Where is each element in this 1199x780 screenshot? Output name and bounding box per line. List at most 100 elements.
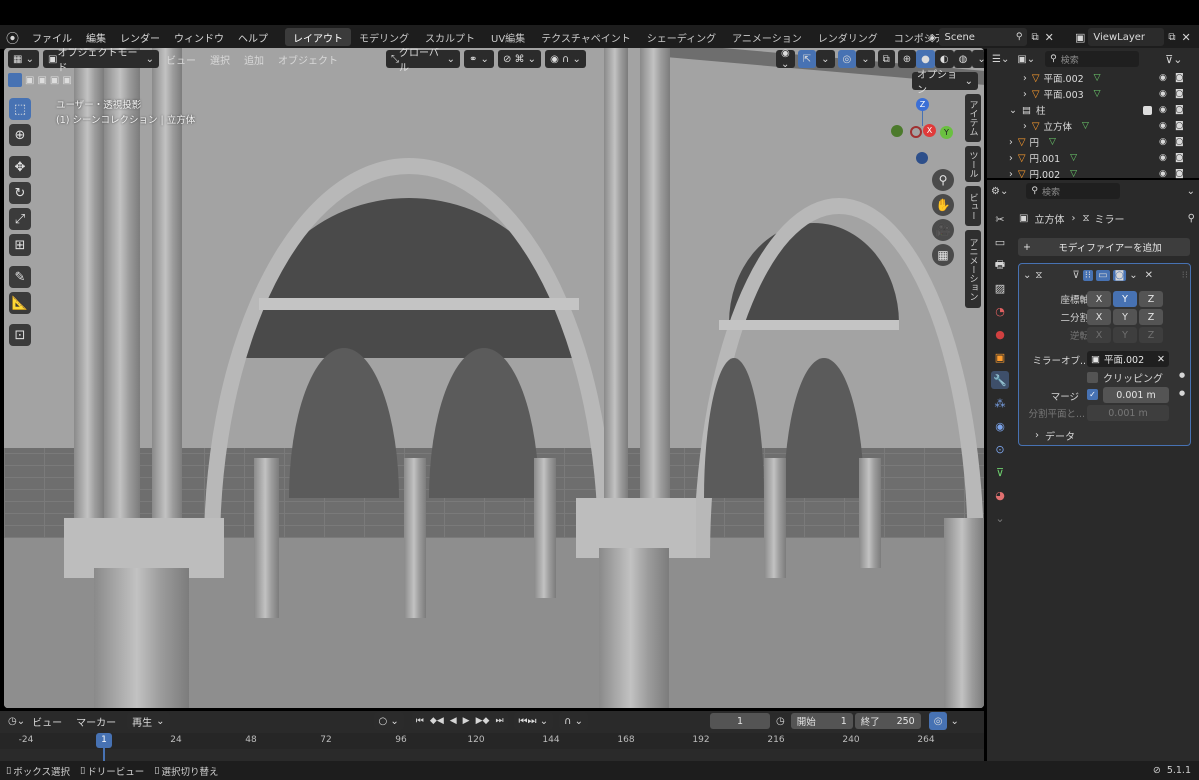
pin-icon[interactable]: ⚲ — [1188, 213, 1195, 224]
shading-menu-icon[interactable]: ⌄ — [972, 50, 984, 68]
bisect-x-button[interactable]: X — [1087, 309, 1111, 325]
edit-mode-toggle-icon[interactable]: ⊽ — [1072, 270, 1079, 281]
menu-view[interactable]: ビュー — [25, 709, 69, 733]
editor-type-icon[interactable]: ◷⌄ — [8, 716, 25, 727]
timeline[interactable]: ◷⌄ ビュー マーカー 再生 ⌄ ○ ⌄ ⏮ ◆◀ ◀ ▶ ▶◆ ⏭ ⏮⏭ ⌄ ∩… — [0, 711, 984, 761]
chevron-down-icon[interactable]: ⌄ — [1009, 105, 1017, 116]
jump-end-icon[interactable]: ⏭ — [495, 716, 503, 726]
render-camera-icon[interactable]: ◙ — [1175, 73, 1184, 83]
annotate-tool-icon[interactable]: ✎ — [9, 266, 31, 288]
chevron-right-icon[interactable]: › — [1009, 169, 1013, 180]
eye-icon[interactable]: ◉ — [1159, 121, 1167, 131]
menu-help[interactable]: ヘルプ — [231, 25, 275, 49]
mesh-data-icon[interactable]: ▽ — [1094, 89, 1101, 99]
physics-tab-icon[interactable]: ◉ — [991, 417, 1009, 435]
chevron-right-icon[interactable]: › — [1009, 153, 1013, 164]
world-tab-icon[interactable]: ● — [991, 325, 1009, 343]
display-mode-icon[interactable]: ▣⌄ — [1017, 54, 1035, 65]
gizmo-neg-y[interactable] — [891, 125, 903, 137]
navigation-gizmo[interactable]: Z X Y — [884, 98, 964, 213]
exclude-checkbox[interactable] — [1143, 105, 1152, 115]
rotate-tool-icon[interactable]: ↻ — [9, 182, 31, 204]
editor-type-button[interactable]: ▦ ⌄ — [8, 50, 40, 68]
sidetab-view[interactable]: ビュー — [965, 186, 981, 226]
options-menu-icon[interactable]: ⌄ — [1187, 186, 1195, 197]
chevron-right-icon[interactable]: › — [1023, 89, 1027, 100]
select-box-tool-icon[interactable]: ⬚ — [9, 98, 31, 120]
tab-layout[interactable]: レイアウト — [285, 28, 352, 46]
shading-wireframe-button[interactable]: ⊕ — [897, 50, 917, 68]
mode-selector[interactable]: ▣ オブジェクトモード ⌄ — [43, 48, 160, 74]
menu-file[interactable]: ファイル — [25, 25, 79, 49]
axis-x-button[interactable]: X — [1087, 291, 1111, 307]
data-tab-icon[interactable]: ⊽ — [991, 463, 1009, 481]
transform-tool-icon[interactable]: ⊞ — [9, 234, 31, 256]
tab-rendering[interactable]: レンダリング — [810, 28, 886, 46]
add-cube-tool-icon[interactable]: ⊡ — [9, 324, 31, 346]
render-toggle-icon[interactable]: ◙ — [1112, 269, 1127, 281]
particles-tab-icon[interactable]: ⁂ — [991, 394, 1009, 412]
pan-hand-icon[interactable]: ✋ — [932, 194, 954, 216]
render-camera-icon[interactable]: ◙ — [1175, 105, 1184, 115]
gizmo-neg-x[interactable] — [910, 126, 922, 138]
keyframe-dot-icon[interactable]: ● — [1179, 371, 1185, 379]
sidetab-animation[interactable]: アニメーション — [965, 230, 981, 308]
menu-select[interactable]: 選択 — [203, 48, 237, 71]
auto-keying-button[interactable]: ○ ⌄ — [373, 712, 404, 730]
clipping-checkbox[interactable] — [1087, 372, 1098, 383]
measure-tool-icon[interactable]: 📐 — [9, 292, 31, 314]
bisect-z-button[interactable]: Z — [1139, 309, 1163, 325]
new-scene-icon[interactable]: ⧉ — [1031, 32, 1038, 43]
tab-modeling[interactable]: モデリング — [351, 28, 417, 46]
output-tab-icon[interactable]: 🖶 — [991, 256, 1009, 274]
select-intersect-icon[interactable]: ▣ — [62, 75, 71, 86]
menu-marker[interactable]: マーカー — [69, 709, 123, 733]
orientation-selector[interactable]: ⤡ グローバル ⌄ — [386, 48, 460, 74]
playback-menu[interactable]: 再生 ⌄ — [127, 712, 170, 730]
constraints-tab-icon[interactable]: ⊙ — [991, 440, 1009, 458]
data-subpanel[interactable]: › データ — [1035, 428, 1075, 443]
outliner-row[interactable]: ⌄ ▤ 柱 ◉ ◙ — [987, 102, 1199, 118]
render-camera-icon[interactable]: ◙ — [1175, 89, 1184, 99]
gizmo-menu-icon[interactable]: ⌄ — [816, 50, 835, 68]
cursor-tool-icon[interactable]: ⊕ — [9, 124, 31, 146]
zoom-icon[interactable]: ⚲ — [932, 169, 954, 191]
overlay-button[interactable]: ◎ — [837, 50, 857, 68]
gizmo-x[interactable]: X — [923, 124, 936, 137]
render-camera-icon[interactable]: ◙ — [1175, 153, 1184, 163]
eye-icon[interactable]: ◉ — [1159, 89, 1167, 99]
mesh-data-icon[interactable]: ▽ — [1070, 169, 1077, 179]
remove-modifier-icon[interactable]: ✕ — [1145, 270, 1153, 281]
chevron-right-icon[interactable]: › — [1023, 73, 1027, 84]
properties-editor[interactable]: ⚙⌄ ⚲ 検索 ⌄ ✂ ▭ 🖶 ▨ ◔ ● ▣ 🔧 ⁂ ◉ ⊙ ⊽ ◕ ⌄ ▣ … — [987, 180, 1199, 761]
merge-checkbox[interactable]: ✓ — [1087, 389, 1098, 400]
chevron-right-icon[interactable]: › — [1023, 121, 1027, 132]
gizmo-y[interactable]: Y — [940, 126, 953, 139]
outliner-row[interactable]: › ▽ 立方体 ▽ ◉ ◙ — [987, 118, 1199, 134]
eye-icon[interactable]: ◉ — [1159, 137, 1167, 147]
end-frame-field[interactable]: 終了 250 — [854, 713, 921, 729]
outliner-row[interactable]: › ▽ 平面.003 ▽ ◉ ◙ — [987, 86, 1199, 102]
xray-button[interactable]: ⧉ — [877, 50, 895, 68]
clock-icon[interactable]: ◷ — [776, 716, 785, 727]
eye-icon[interactable]: ◉ — [1159, 73, 1167, 83]
axis-z-button[interactable]: Z — [1139, 291, 1163, 307]
bisect-distance-field[interactable]: 0.001 m — [1087, 405, 1169, 421]
network-icon[interactable]: ⊘ — [1153, 765, 1161, 776]
3d-viewport[interactable]: ▦ ⌄ ▣ オブジェクトモード ⌄ ビュー 選択 追加 オブジェクト ⤡ グロー… — [4, 48, 984, 708]
proportional-edit-button[interactable]: ◉ ∩ ⌄ — [545, 50, 586, 68]
eye-icon[interactable]: ◉ — [1159, 169, 1167, 179]
clear-icon[interactable]: ✕ — [1157, 354, 1165, 365]
tab-sculpt[interactable]: スカルプト — [417, 28, 483, 46]
tool-tab-icon[interactable]: ✂ — [991, 210, 1009, 228]
collapse-icon[interactable]: ⌄ — [1023, 270, 1031, 281]
outliner-row[interactable]: › ▽ 平面.002 ▽ ◉ ◙ — [987, 70, 1199, 86]
scale-tool-icon[interactable]: ⤢ — [9, 208, 31, 230]
keyframe-dot-icon[interactable]: ● — [1179, 389, 1185, 397]
snap-button[interactable]: ⊘ ⌘ ⌄ — [497, 50, 542, 68]
options-button[interactable]: オプション ⌄ — [912, 70, 978, 96]
viewport-toggle-icon[interactable]: ▭ — [1096, 269, 1110, 281]
render-camera-icon[interactable]: ◙ — [1175, 169, 1184, 179]
remove-scene-icon[interactable]: ✕ — [1045, 31, 1054, 44]
current-frame-field[interactable]: 1 — [710, 713, 770, 729]
